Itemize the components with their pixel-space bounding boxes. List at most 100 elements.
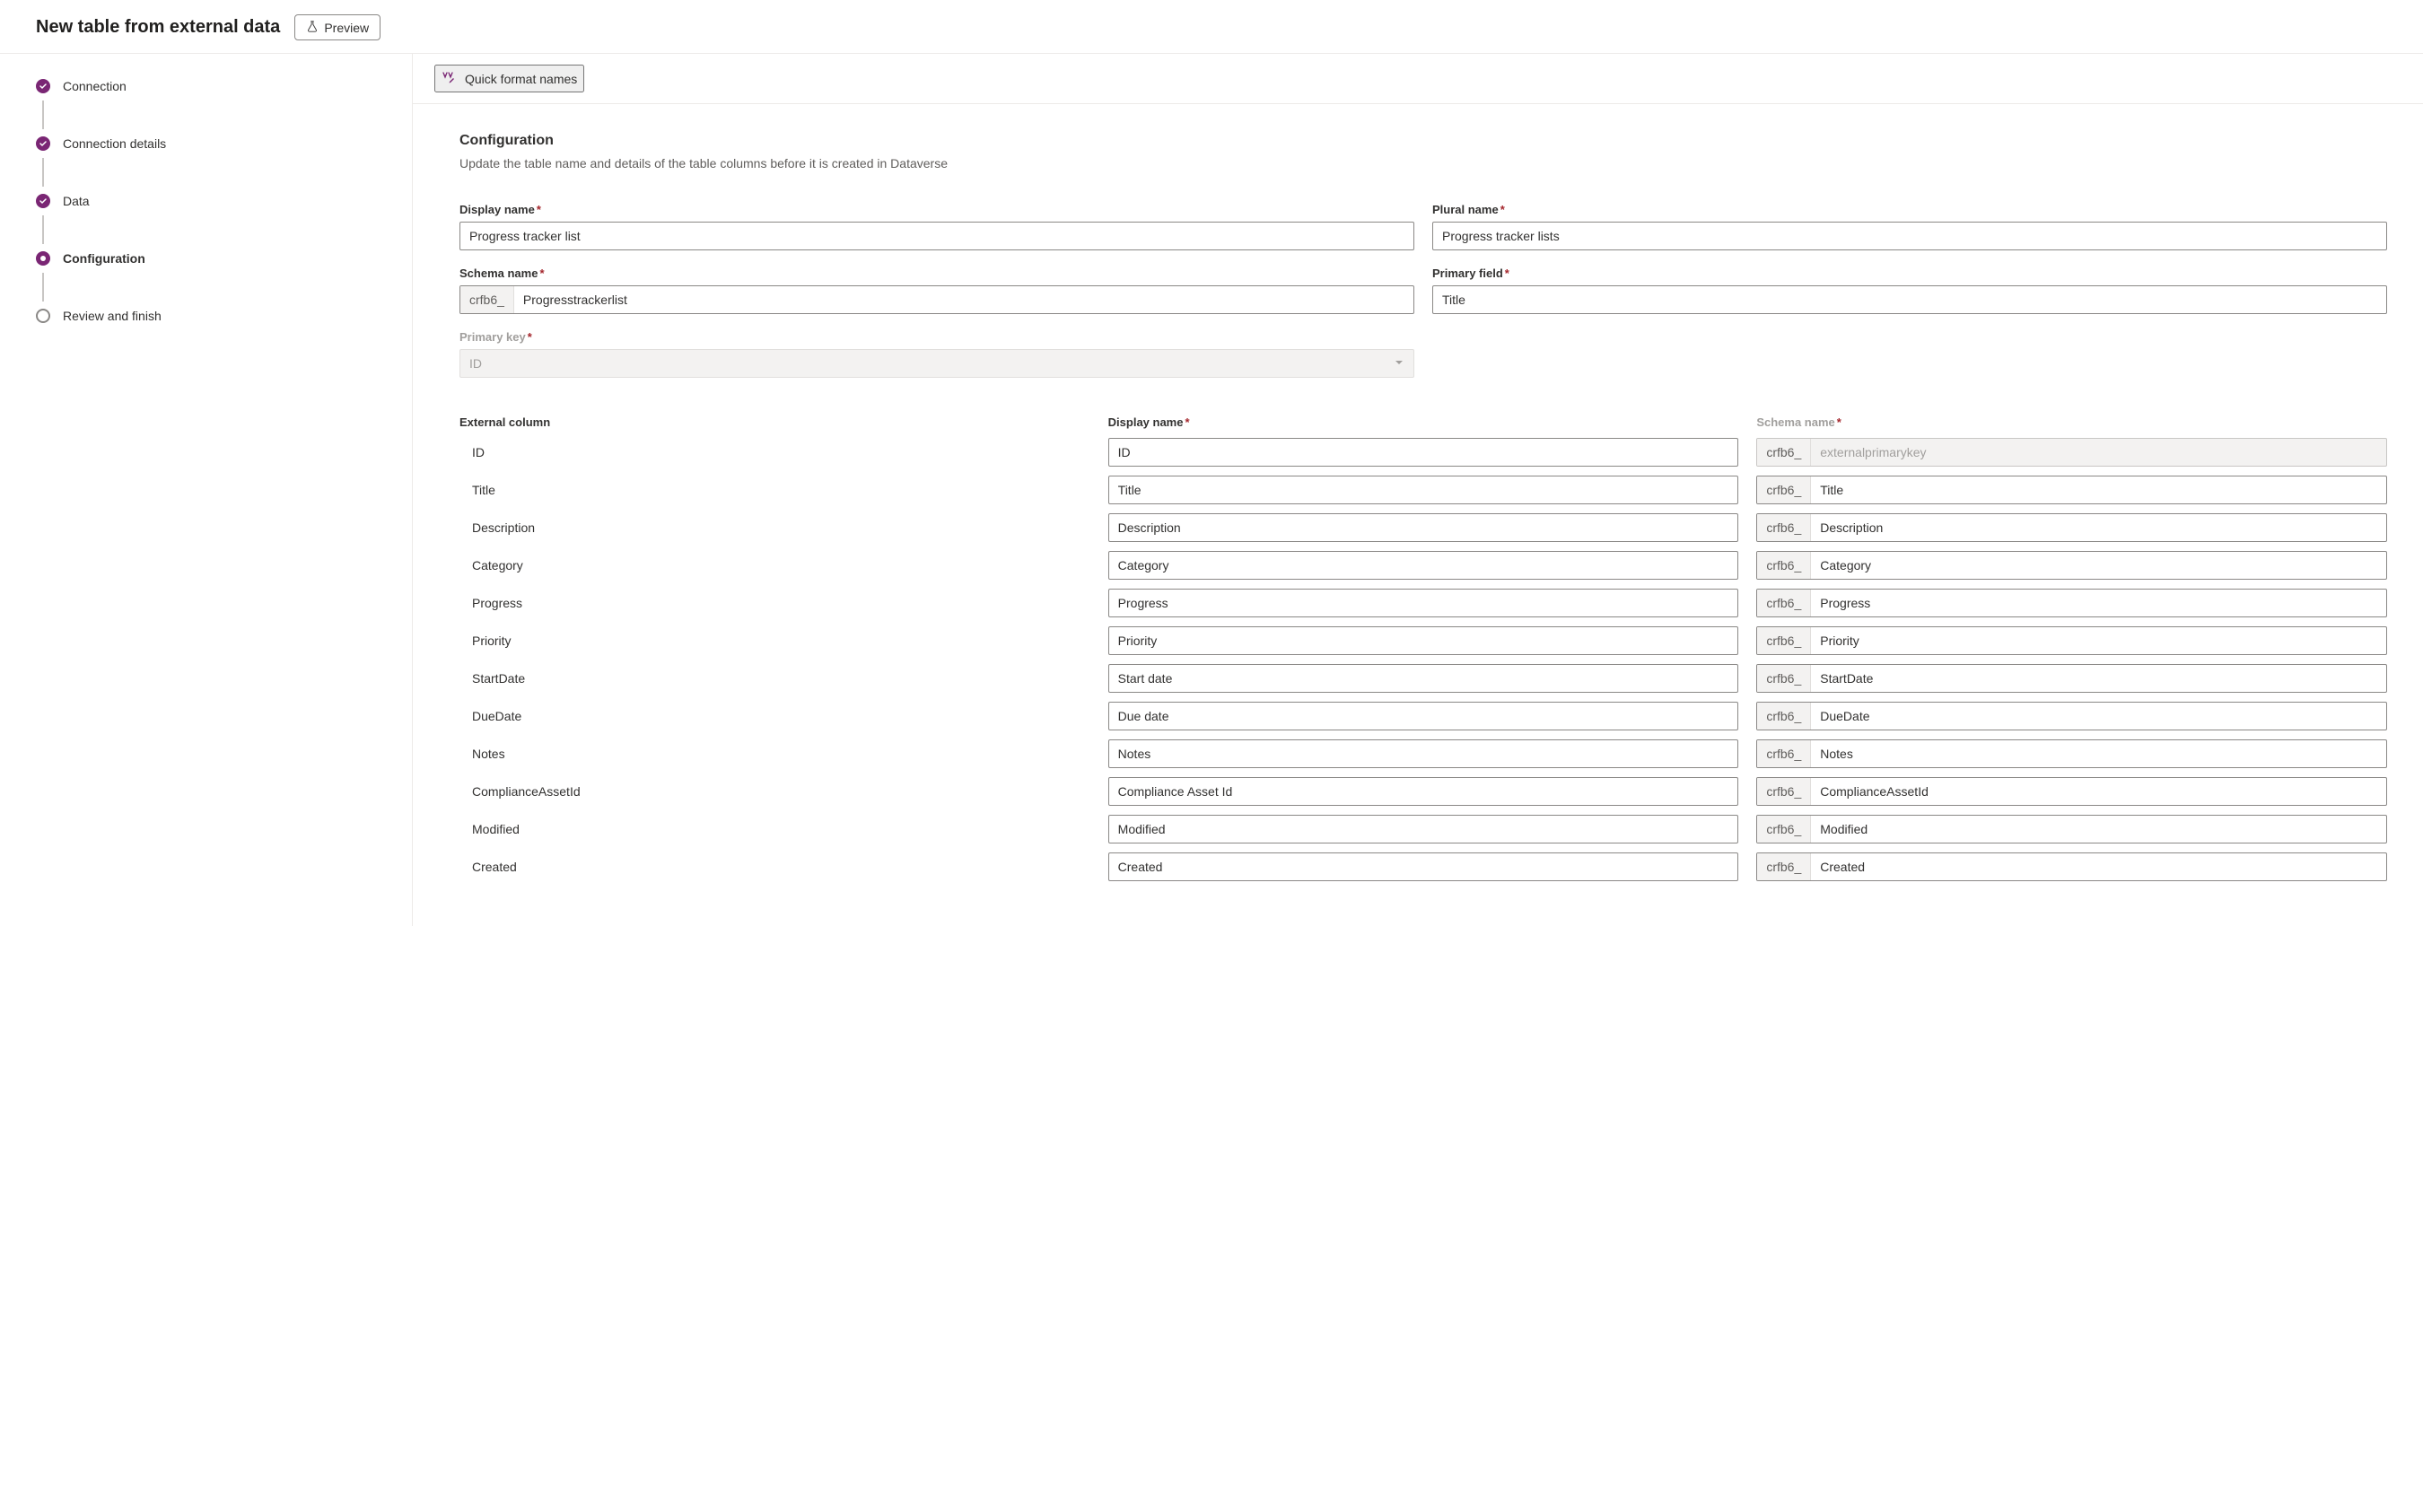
main-content: Quick format names Configuration Update …: [413, 54, 2423, 926]
column-schema-name-input[interactable]: [1811, 740, 2386, 767]
external-column-name: Description: [459, 515, 1090, 540]
display-name-header: Display name*: [1108, 415, 1739, 429]
external-column-name: Priority: [459, 628, 1090, 653]
schema-prefix: crfb6_: [1757, 778, 1811, 805]
step-connector: [42, 101, 44, 129]
step-label: Data: [63, 194, 90, 208]
column-display-name-input[interactable]: [1108, 626, 1739, 655]
flask-icon: [306, 20, 319, 35]
column-schema-name-input[interactable]: [1811, 665, 2386, 692]
display-name-input[interactable]: [459, 222, 1414, 250]
schema-prefix: crfb6_: [1757, 552, 1811, 579]
check-icon: [36, 136, 50, 151]
external-column-name: DueDate: [459, 704, 1090, 729]
column-display-name-input[interactable]: [1108, 739, 1739, 768]
column-display-name-input[interactable]: [1108, 513, 1739, 542]
column-schema-name-wrap: crfb6_: [1756, 438, 2387, 467]
page-title: New table from external data: [36, 17, 280, 38]
chevron-down-icon: [1394, 356, 1404, 371]
schema-prefix: crfb6_: [1757, 853, 1811, 880]
primary-field-input[interactable]: [1432, 285, 2387, 314]
schema-prefix: crfb6_: [1757, 476, 1811, 503]
column-display-name-input[interactable]: [1108, 702, 1739, 730]
schema-prefix: crfb6_: [460, 286, 514, 313]
external-column-name: Notes: [459, 741, 1090, 766]
schema-name-input-wrap: crfb6_: [459, 285, 1414, 314]
primary-key-label: Primary key*: [459, 330, 1414, 344]
schema-prefix: crfb6_: [1757, 665, 1811, 692]
column-row: Title crfb6_: [459, 476, 2387, 504]
column-schema-name-input[interactable]: [1811, 627, 2386, 654]
external-column-name: ComplianceAssetId: [459, 779, 1090, 804]
section-description: Update the table name and details of the…: [459, 156, 2387, 170]
column-schema-name-input[interactable]: [1811, 703, 2386, 730]
column-schema-name-input[interactable]: [1811, 853, 2386, 880]
step-connector: [42, 158, 44, 187]
column-schema-name-input[interactable]: [1811, 552, 2386, 579]
column-display-name-input[interactable]: [1108, 551, 1739, 580]
column-schema-name-wrap: crfb6_: [1756, 626, 2387, 655]
column-display-name-input[interactable]: [1108, 852, 1739, 881]
primary-key-value: ID: [469, 356, 482, 371]
column-schema-name-wrap: crfb6_: [1756, 702, 2387, 730]
column-schema-name-input[interactable]: [1811, 816, 2386, 843]
external-column-name: Title: [459, 477, 1090, 503]
column-row: Notes crfb6_: [459, 739, 2387, 768]
schema-prefix: crfb6_: [1757, 740, 1811, 767]
column-schema-name-input: [1811, 439, 2386, 466]
column-schema-name-input[interactable]: [1811, 476, 2386, 503]
column-row: StartDate crfb6_: [459, 664, 2387, 693]
step-connection[interactable]: Connection: [36, 79, 390, 136]
step-connection-details[interactable]: Connection details: [36, 136, 390, 194]
schema-prefix: crfb6_: [1757, 816, 1811, 843]
column-schema-name-input[interactable]: [1811, 778, 2386, 805]
section-title: Configuration: [459, 133, 2387, 149]
column-display-name-input[interactable]: [1108, 777, 1739, 806]
external-column-name: Modified: [459, 817, 1090, 842]
quick-format-names-button[interactable]: Quick format names: [434, 65, 584, 92]
schema-name-input[interactable]: [514, 286, 1413, 313]
step-label: Configuration: [63, 251, 145, 266]
preview-button-label: Preview: [324, 21, 369, 35]
primary-key-select: ID: [459, 349, 1414, 378]
page-header: New table from external data Preview: [0, 0, 2423, 54]
column-display-name-input[interactable]: [1108, 476, 1739, 504]
schema-name-header: Schema name*: [1756, 415, 2387, 429]
external-column-name: Category: [459, 553, 1090, 578]
steps-sidebar: ConnectionConnection details Data Configur…: [0, 54, 413, 926]
column-row: Progresscrfb6_: [459, 589, 2387, 617]
column-schema-name-input[interactable]: [1811, 514, 2386, 541]
column-row: Priority crfb6_: [459, 626, 2387, 655]
step-data[interactable]: Data: [36, 194, 390, 251]
preview-button[interactable]: Preview: [294, 14, 381, 40]
column-display-name-input[interactable]: [1108, 438, 1739, 467]
column-display-name-input[interactable]: [1108, 815, 1739, 843]
external-column-name: ID: [459, 440, 1090, 465]
external-column-name: Created: [459, 854, 1090, 879]
column-row: DueDate crfb6_: [459, 702, 2387, 730]
step-configuration[interactable]: Configuration: [36, 251, 390, 309]
step-connector: [42, 273, 44, 302]
schema-prefix: crfb6_: [1757, 627, 1811, 654]
schema-prefix: crfb6_: [1757, 439, 1811, 466]
step-label: Connection details: [63, 136, 166, 151]
check-icon: [36, 194, 50, 208]
check-icon: [36, 79, 50, 93]
column-schema-name-input[interactable]: [1811, 590, 2386, 616]
quick-format-icon: [442, 70, 456, 87]
primary-field-label: Primary field*: [1432, 267, 2387, 280]
column-schema-name-wrap: crfb6_: [1756, 852, 2387, 881]
external-column-name: StartDate: [459, 666, 1090, 691]
schema-name-label: Schema name*: [459, 267, 1414, 280]
schema-prefix: crfb6_: [1757, 590, 1811, 616]
quick-format-label: Quick format names: [465, 72, 577, 86]
schema-prefix: crfb6_: [1757, 703, 1811, 730]
column-display-name-input[interactable]: [1108, 664, 1739, 693]
column-row: ComplianceAssetId crfb6_: [459, 777, 2387, 806]
step-review-and-finish[interactable]: Review and finish: [36, 309, 390, 323]
toolbar: Quick format names: [413, 54, 2423, 104]
plural-name-input[interactable]: [1432, 222, 2387, 250]
plural-name-label: Plural name*: [1432, 203, 2387, 216]
column-schema-name-wrap: crfb6_: [1756, 777, 2387, 806]
column-display-name-input[interactable]: [1108, 589, 1739, 617]
